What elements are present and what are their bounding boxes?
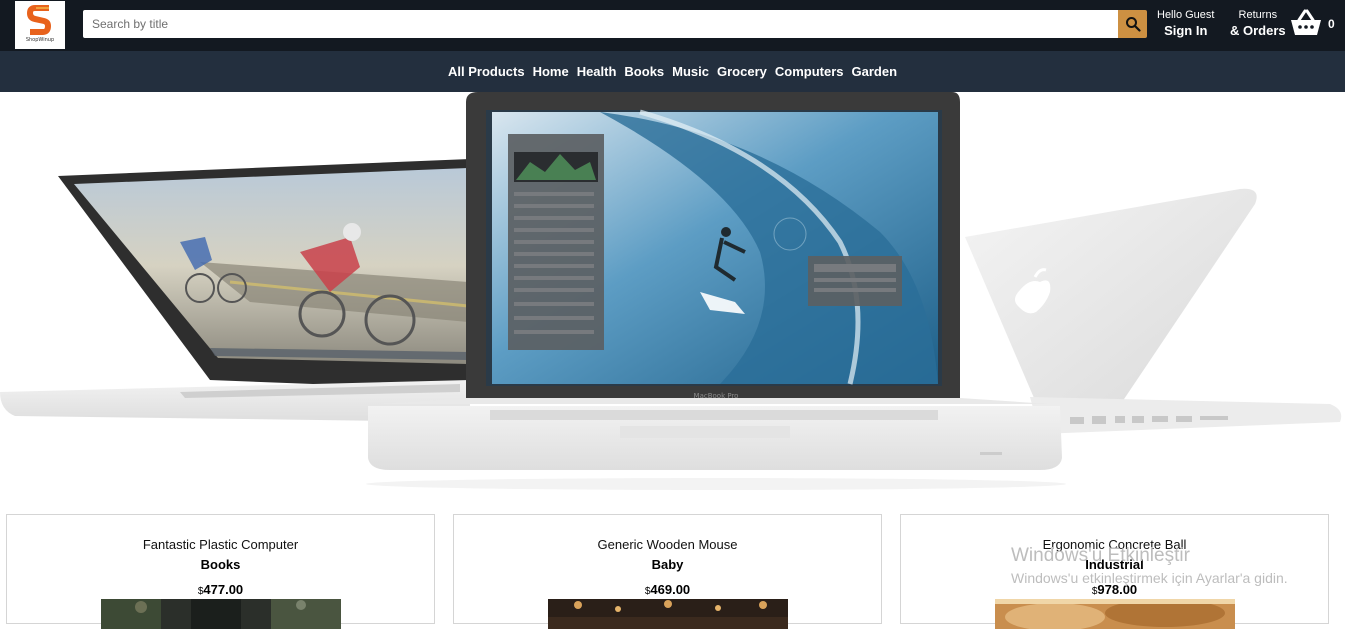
- site-logo[interactable]: ShopWinup: [15, 1, 65, 49]
- cart-button[interactable]: 0: [1290, 9, 1338, 39]
- search-bar: [83, 10, 1147, 38]
- returns-label: Returns: [1238, 9, 1278, 21]
- search-input[interactable]: [83, 10, 1118, 38]
- nav-all-products[interactable]: All Products: [448, 64, 525, 79]
- returns-orders-link[interactable]: Returns & Orders: [1230, 9, 1286, 38]
- product-image[interactable]: [101, 599, 341, 629]
- price-amount: 477.00: [203, 582, 244, 597]
- product-card[interactable]: Generic Wooden Mouse Baby $469.00: [453, 514, 882, 629]
- orders-label: & Orders: [1230, 23, 1286, 38]
- account-menu[interactable]: Hello Guest Sign In: [1157, 9, 1214, 38]
- product-category: Baby: [651, 557, 684, 572]
- logo-mark-icon: [27, 5, 51, 35]
- product-image[interactable]: [548, 599, 788, 629]
- hero-laptops-image: MacBook Pro: [0, 92, 1342, 490]
- greeting-text: Hello Guest: [1157, 9, 1215, 21]
- basket-icon: [1291, 9, 1321, 35]
- logo-text: ShopWinup: [25, 37, 55, 43]
- product-price: $469.00: [454, 582, 881, 597]
- watermark-title: Windows'u Etkinleştir: [1011, 545, 1190, 566]
- nav-grocery[interactable]: Grocery: [717, 64, 767, 79]
- product-card[interactable]: Fantastic Plastic Computer Books $477.00: [6, 514, 435, 629]
- search-button[interactable]: [1118, 10, 1147, 38]
- search-icon: [1125, 17, 1141, 32]
- category-nav: All Products Home Health Books Music Gro…: [0, 51, 1345, 92]
- nav-home[interactable]: Home: [533, 64, 569, 79]
- price-amount: 469.00: [650, 582, 691, 597]
- nav-books[interactable]: Books: [624, 64, 664, 79]
- nav-music[interactable]: Music: [672, 64, 709, 79]
- watermark-subtitle: Windows'u etkinleştirmek için Ayarlar'a …: [1011, 570, 1288, 586]
- nav-garden[interactable]: Garden: [852, 64, 898, 79]
- product-name[interactable]: Generic Wooden Mouse: [454, 537, 881, 552]
- nav-health[interactable]: Health: [577, 64, 617, 79]
- nav-computers[interactable]: Computers: [775, 64, 844, 79]
- hero-banner: MacBook Pro: [0, 92, 1345, 502]
- os-activation-watermark: Windows'u Etkinleştir Windows'u etkinleş…: [1011, 545, 1288, 586]
- product-image[interactable]: [995, 599, 1235, 629]
- product-price: $477.00: [7, 582, 434, 597]
- product-name[interactable]: Fantastic Plastic Computer: [7, 537, 434, 552]
- top-header: ShopWinup Hello Guest Sign In Returns & …: [0, 0, 1345, 51]
- product-category: Books: [200, 557, 241, 572]
- sign-in-link[interactable]: Sign In: [1157, 23, 1214, 38]
- cart-count: 0: [1328, 17, 1335, 31]
